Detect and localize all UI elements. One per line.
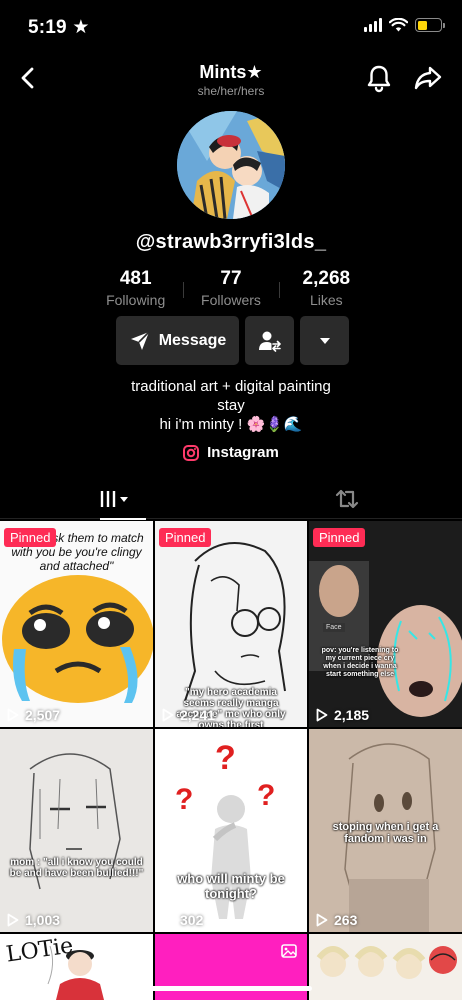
grid-icon (100, 491, 128, 507)
video-tile[interactable]: "my hero academia seems really manga acc… (155, 521, 307, 727)
video-tile[interactable]: Face pov: you're listening to my current… (309, 521, 462, 727)
play-icon (316, 708, 328, 722)
avatar[interactable] (177, 111, 285, 219)
follow-toggle-button[interactable] (245, 316, 294, 365)
cellular-signal-icon (364, 18, 382, 32)
view-count-value: 1,003 (25, 912, 61, 928)
tab-reposts[interactable] (231, 479, 462, 519)
video-caption: stoping when i get a fandom i was in (332, 821, 439, 845)
nav-bar: Mints★ she/her/hers (0, 56, 462, 102)
more-options-button[interactable] (300, 316, 349, 365)
bio-line: stay (217, 397, 245, 414)
video-tile[interactable]: "...just ask them to match with you be y… (0, 521, 153, 727)
profile-bio: traditional art + digital painting stay … (0, 377, 462, 434)
share-icon[interactable] (412, 62, 444, 94)
bell-icon[interactable] (364, 62, 394, 94)
pinned-badge: Pinned (159, 528, 212, 547)
tab-videos[interactable] (0, 479, 231, 520)
star-icon: ★ (72, 17, 90, 38)
pinned-badge: Pinned (4, 528, 57, 547)
content-tabs (0, 479, 462, 520)
pinned-badge: Pinned (313, 528, 366, 547)
video-tile[interactable]: mom : "all i know you could be and have … (0, 729, 153, 932)
view-count: 1,003 (7, 912, 60, 928)
play-icon (316, 913, 328, 927)
wifi-icon (389, 18, 408, 32)
bio-line: hi i'm minty ! 🌸🪻🌊 (159, 416, 303, 433)
following-label: Following (106, 292, 166, 308)
svg-text:?: ? (175, 783, 193, 816)
stat-followers[interactable]: 77 Followers (183, 268, 278, 312)
video-tile[interactable]: LOTie (0, 934, 153, 1000)
view-count: 2,507 (7, 707, 60, 723)
stat-following[interactable]: 481 Following (88, 268, 183, 312)
view-count: 2,241 (162, 707, 215, 723)
username: @strawb3rryfi3lds_ (135, 231, 327, 253)
video-tile[interactable] (309, 934, 462, 1000)
play-icon (7, 913, 19, 927)
svg-text:?: ? (257, 779, 275, 812)
likes-label: Likes (309, 292, 343, 308)
view-count: 302 (162, 912, 203, 928)
play-icon (162, 708, 174, 722)
message-button-label: Message (158, 331, 227, 349)
photo-icon (281, 944, 297, 958)
following-count: 481 (119, 268, 152, 289)
view-count: 2,185 (316, 707, 369, 723)
view-count-value: 263 (334, 912, 358, 928)
likes-count: 2,268 (302, 268, 351, 289)
status-time: 5:19 ★ (28, 17, 90, 38)
view-count-value: 2,507 (25, 707, 61, 723)
play-icon (162, 913, 174, 927)
profile-actions: Message (116, 316, 349, 365)
video-caption: who will minty be tonight? (177, 871, 285, 901)
view-count: 263 (316, 912, 357, 928)
profile-stats: 481 Following 77 Followers 2,268 Likes (88, 268, 374, 312)
view-count-value: 302 (180, 912, 204, 928)
bio-line: traditional art + digital painting (131, 378, 331, 395)
repost-icon (335, 489, 358, 509)
instagram-label: Instagram (207, 444, 279, 461)
view-count-value: 2,241 (180, 707, 216, 723)
followers-label: Followers (201, 292, 261, 308)
user-switch-icon (258, 331, 281, 352)
face-label: Face (323, 623, 345, 632)
instagram-link[interactable]: Instagram (0, 444, 462, 461)
instagram-icon (183, 444, 200, 461)
video-caption: pov: you're listening to my current piec… (321, 647, 399, 678)
status-bar: 5:19 ★ (0, 0, 462, 56)
video-caption: mom : "all i know you could be and have … (9, 857, 144, 879)
caret-down-icon (319, 337, 330, 344)
svg-text:?: ? (215, 739, 236, 777)
followers-count: 77 (220, 268, 242, 289)
battery-icon (415, 18, 445, 32)
video-tile[interactable]: stoping when i get a fandom i was in 263 (309, 729, 462, 932)
send-icon (130, 330, 150, 350)
view-count-value: 2,185 (334, 707, 370, 723)
message-button[interactable]: Message (116, 316, 239, 365)
play-icon (7, 708, 19, 722)
home-indicator[interactable] (150, 986, 312, 991)
video-tile[interactable]: ? ? ? who will minty be tonight? 302 (155, 729, 307, 932)
stat-likes[interactable]: 2,268 Likes (278, 268, 374, 312)
